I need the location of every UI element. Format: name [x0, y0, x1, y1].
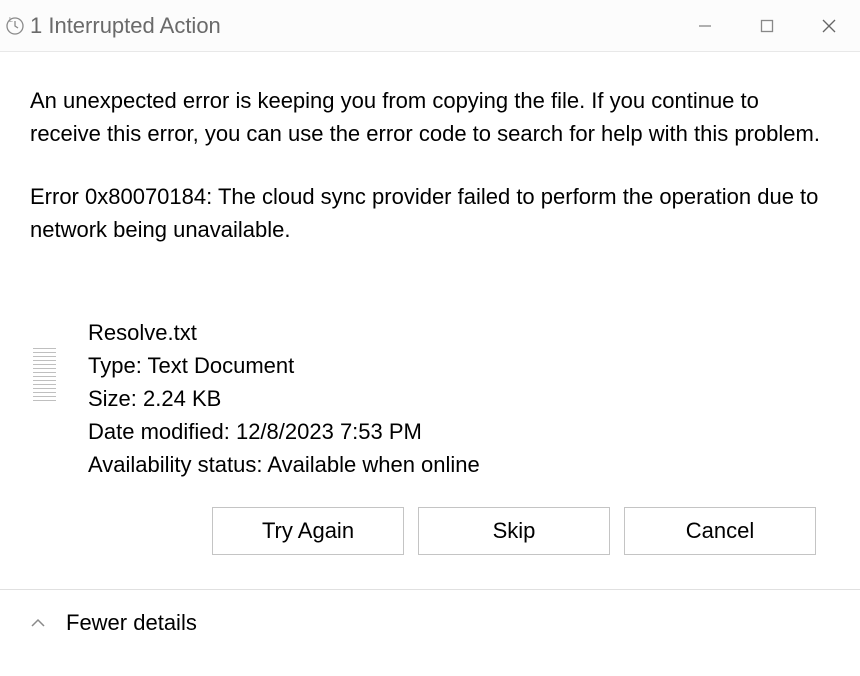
- file-details: Resolve.txt Type: Text Document Size: 2.…: [88, 316, 480, 481]
- close-button[interactable]: [798, 0, 860, 51]
- window-title: 1 Interrupted Action: [30, 13, 674, 39]
- details-toggle[interactable]: Fewer details: [0, 590, 860, 656]
- file-name: Resolve.txt: [88, 316, 480, 349]
- clock-history-icon: L: [4, 16, 24, 36]
- action-buttons: Try Again Skip Cancel: [30, 507, 830, 555]
- chevron-up-icon: [30, 618, 46, 628]
- maximize-button[interactable]: [736, 0, 798, 51]
- text-file-icon: [30, 344, 74, 408]
- window-controls: [674, 0, 860, 51]
- skip-button[interactable]: Skip: [418, 507, 610, 555]
- details-toggle-label: Fewer details: [66, 610, 197, 636]
- file-availability: Availability status: Available when onli…: [88, 448, 480, 481]
- error-code-text: Error 0x80070184: The cloud sync provide…: [30, 180, 830, 246]
- minimize-button[interactable]: [674, 0, 736, 51]
- svg-text:L: L: [9, 17, 13, 24]
- dialog-content: An unexpected error is keeping you from …: [0, 52, 860, 555]
- error-message: An unexpected error is keeping you from …: [30, 84, 830, 150]
- try-again-button[interactable]: Try Again: [212, 507, 404, 555]
- file-modified: Date modified: 12/8/2023 7:53 PM: [88, 415, 480, 448]
- file-info: Resolve.txt Type: Text Document Size: 2.…: [30, 316, 830, 481]
- file-type: Type: Text Document: [88, 349, 480, 382]
- cancel-button[interactable]: Cancel: [624, 507, 816, 555]
- titlebar: L 1 Interrupted Action: [0, 0, 860, 52]
- file-size: Size: 2.24 KB: [88, 382, 480, 415]
